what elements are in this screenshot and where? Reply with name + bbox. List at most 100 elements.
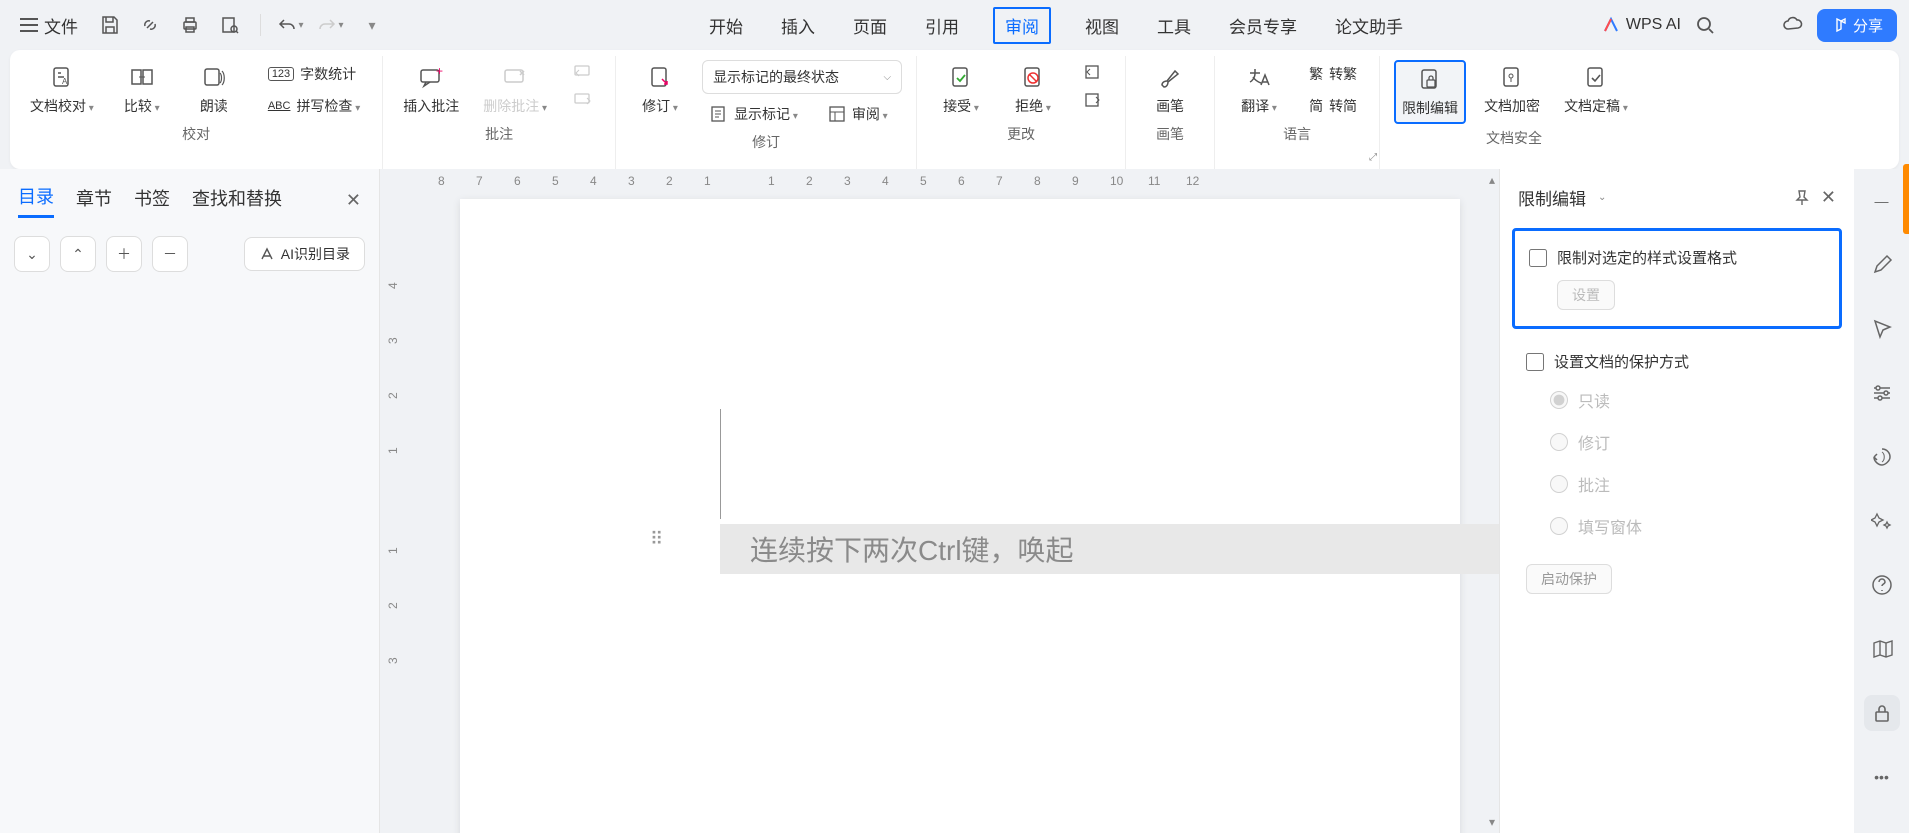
accept-button[interactable]: 接受 <box>931 60 991 120</box>
track-changes-label: 修订 <box>642 96 678 116</box>
protect-mode-checkbox-input[interactable] <box>1526 353 1544 371</box>
help-icon[interactable] <box>1864 567 1900 603</box>
document-page[interactable] <box>460 199 1460 833</box>
edit-pencil-icon[interactable] <box>1864 247 1900 283</box>
nav-tab-find-replace[interactable]: 查找和替换 <box>192 185 282 217</box>
panel-close-icon[interactable]: ✕ <box>1821 187 1836 208</box>
to-simplified-button[interactable]: 简 转简 <box>1301 92 1365 120</box>
show-marks-icon <box>710 105 728 123</box>
ai-toc-button[interactable]: AI识别目录 <box>244 237 365 271</box>
limit-style-checkbox-input[interactable] <box>1529 249 1547 267</box>
next-comment-button[interactable] <box>565 88 601 112</box>
link-icon[interactable] <box>134 9 166 41</box>
radio-readonly[interactable]: 只读 <box>1550 388 1828 412</box>
scroll-up-icon[interactable]: ▴ <box>1489 173 1495 187</box>
spell-check-button[interactable]: ABC 拼写检查 <box>260 92 368 120</box>
pin-icon[interactable] <box>1793 189 1811 207</box>
window-accent-strip <box>1903 164 1909 234</box>
search-icon[interactable] <box>1689 9 1721 41</box>
track-changes-button[interactable]: 修订 <box>630 60 690 120</box>
nav-tab-bookmark[interactable]: 书签 <box>134 185 170 217</box>
tab-reference[interactable]: 引用 <box>921 7 963 44</box>
map-bookmark-icon[interactable] <box>1864 631 1900 667</box>
vruler-tick: 3 <box>386 657 400 664</box>
more-dots-icon[interactable]: ••• <box>1864 759 1900 795</box>
nav-close-icon[interactable]: ✕ <box>346 190 361 211</box>
redo-icon[interactable]: ▾ <box>315 9 347 41</box>
tab-review[interactable]: 审阅 <box>993 7 1051 44</box>
sparkle-tools-icon[interactable] <box>1864 503 1900 539</box>
panel-title-dropdown-icon[interactable]: ⌄ <box>1598 192 1606 203</box>
read-aloud-button[interactable]: 朗读 <box>184 60 244 120</box>
file-menu[interactable]: 文件 <box>12 9 86 42</box>
settings-sliders-icon[interactable] <box>1864 375 1900 411</box>
radio-comment-input[interactable] <box>1550 475 1568 493</box>
tab-thesis[interactable]: 论文助手 <box>1331 7 1407 44</box>
share-button[interactable]: 分享 <box>1817 9 1897 42</box>
tab-member[interactable]: 会员专享 <box>1225 7 1301 44</box>
wps-ai-button[interactable]: WPS AI <box>1602 16 1681 34</box>
print-preview-icon[interactable] <box>214 9 246 41</box>
protect-mode-checkbox[interactable]: 设置文档的保护方式 <box>1526 351 1828 372</box>
quick-access-more-icon[interactable]: ▾ <box>355 9 387 41</box>
tab-page[interactable]: 页面 <box>849 7 891 44</box>
lang-dialog-launcher[interactable]: ⤢ <box>1369 152 1377 163</box>
review-pane-button[interactable]: 审阅 <box>820 100 896 128</box>
radio-revise[interactable]: 修订 <box>1550 430 1828 454</box>
tab-tools[interactable]: 工具 <box>1153 7 1195 44</box>
group-revise: 修订 显示标记的最终状态 ⌵ 显示标记 审阅 <box>616 56 917 169</box>
insert-comment-button[interactable]: + 插入批注 <box>397 60 465 120</box>
finalize-button[interactable]: 文档定稿 <box>1558 60 1634 120</box>
radio-revise-input[interactable] <box>1550 433 1568 451</box>
remove-button[interactable]: － <box>152 236 188 272</box>
finalize-icon <box>1582 64 1610 92</box>
reject-button[interactable]: 拒绝 <box>1003 60 1063 120</box>
radio-form[interactable]: 填写窗体 <box>1550 514 1828 538</box>
encrypt-button[interactable]: 文档加密 <box>1478 60 1546 120</box>
display-state-dropdown[interactable]: 显示标记的最终状态 ⌵ <box>702 60 902 94</box>
radio-readonly-input[interactable] <box>1550 391 1568 409</box>
hruler-tick: 5 <box>920 174 927 188</box>
save-icon[interactable] <box>94 9 126 41</box>
restrict-edit-button[interactable]: 限制编辑 <box>1394 60 1466 124</box>
undo-icon[interactable]: ▾ <box>275 9 307 41</box>
print-icon[interactable] <box>174 9 206 41</box>
vruler-tick: 2 <box>386 392 400 399</box>
to-traditional-button[interactable]: 繁 转繁 <box>1301 60 1365 88</box>
radio-comment[interactable]: 批注 <box>1550 472 1828 496</box>
cloud-sync-icon[interactable] <box>1777 9 1809 41</box>
delete-comment-button[interactable]: 删除批注 <box>477 60 553 120</box>
scroll-down-icon[interactable]: ▾ <box>1489 815 1495 829</box>
vertical-scrollbar[interactable]: ▴ ▾ <box>1485 169 1499 833</box>
translate-button[interactable]: 翻译 <box>1229 60 1289 120</box>
vertical-ruler[interactable]: 4 3 2 1 1 2 3 <box>380 169 408 833</box>
horizontal-ruler[interactable]: 8 7 6 5 4 3 2 1 1 2 3 4 5 6 7 8 9 10 11 … <box>408 169 1485 193</box>
brush-button[interactable]: 画笔 <box>1140 60 1200 120</box>
show-marks-button[interactable]: 显示标记 <box>702 100 806 128</box>
nav-tab-chapter[interactable]: 章节 <box>76 185 112 217</box>
radio-form-input[interactable] <box>1550 517 1568 535</box>
leaf-recycle-icon[interactable] <box>1864 439 1900 475</box>
compare-button[interactable]: 比较 <box>112 60 172 120</box>
tab-view[interactable]: 视图 <box>1081 7 1123 44</box>
doc-check-button[interactable]: A 文档校对 <box>24 60 100 120</box>
lock-icon[interactable] <box>1864 695 1900 731</box>
next-change-button[interactable] <box>1075 88 1111 112</box>
limit-style-checkbox[interactable]: 限制对选定的样式设置格式 <box>1529 247 1825 268</box>
style-settings-button[interactable]: 设置 <box>1557 280 1615 310</box>
select-cursor-icon[interactable] <box>1864 311 1900 347</box>
word-count-button[interactable]: 123 字数统计 <box>260 60 368 88</box>
drag-handle-icon[interactable]: ⠿ <box>650 529 665 550</box>
expand-down-button[interactable]: ⌄ <box>14 236 50 272</box>
collapse-up-button[interactable]: ⌃ <box>60 236 96 272</box>
start-protect-button[interactable]: 启动保护 <box>1526 564 1612 594</box>
minimize-icon[interactable]: — <box>1864 183 1900 219</box>
tab-start[interactable]: 开始 <box>705 7 747 44</box>
ai-toc-label: AI识别目录 <box>281 244 350 264</box>
add-button[interactable]: ＋ <box>106 236 142 272</box>
tab-insert[interactable]: 插入 <box>777 7 819 44</box>
prev-comment-button[interactable] <box>565 60 601 84</box>
nav-tab-toc[interactable]: 目录 <box>18 183 54 218</box>
prev-change-button[interactable] <box>1075 60 1111 84</box>
radio-readonly-label: 只读 <box>1578 388 1610 412</box>
